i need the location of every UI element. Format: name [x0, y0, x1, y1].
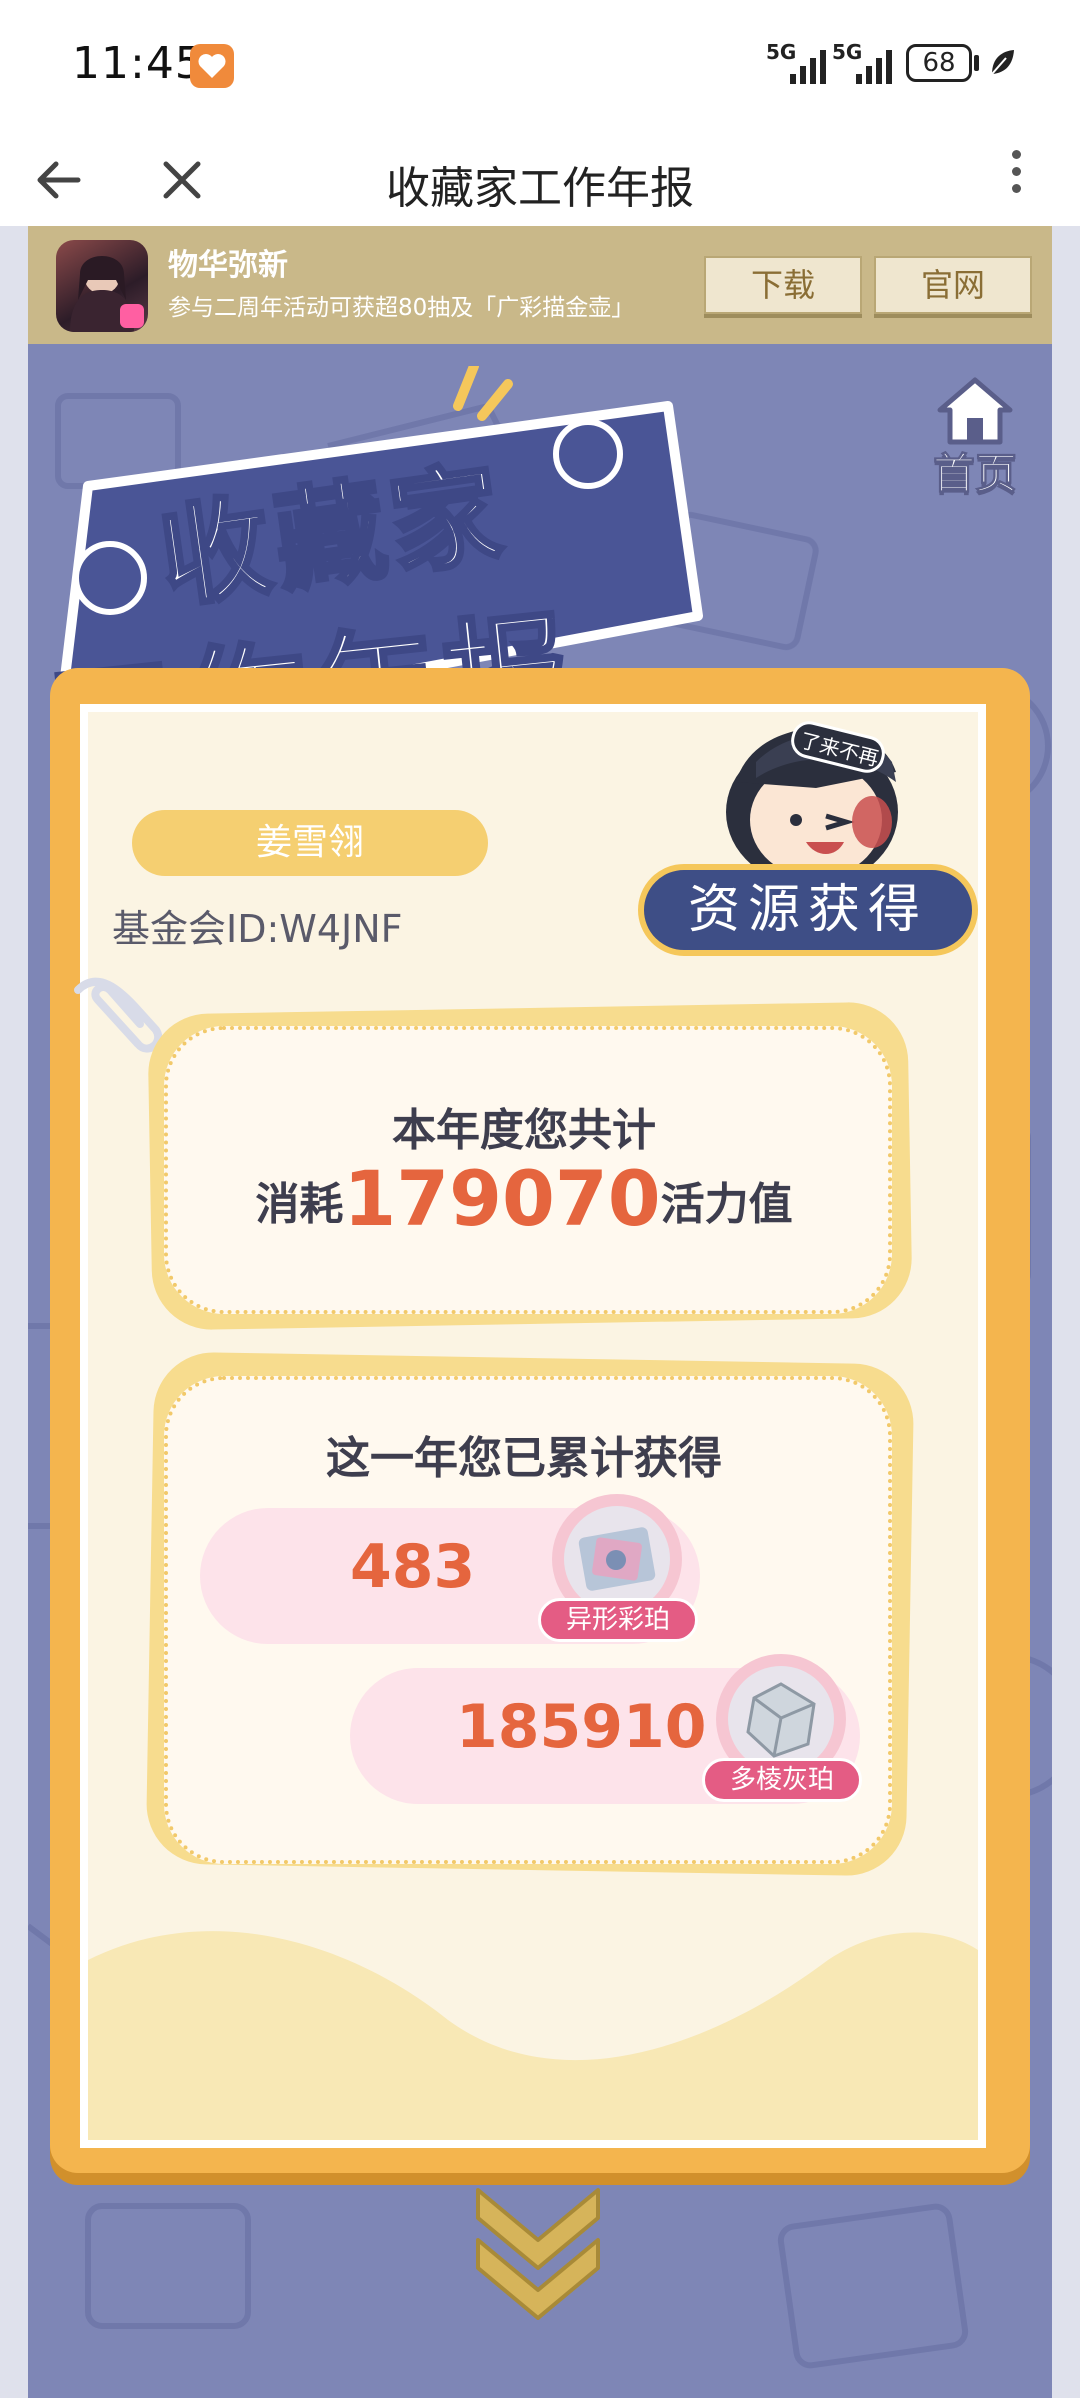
annual-report-page: 物华弥新 参与二周年活动可获超80抽及「广彩描金壶」 下载 官网 首页 收藏家 … — [28, 226, 1052, 2398]
notification-heart-icon — [190, 44, 234, 88]
collector-name: 姜雪翎 — [132, 810, 488, 876]
obtained-title: 这一年您已累计获得 — [326, 1433, 722, 1484]
status-bar: 11:45 5G 5G 68 — [0, 0, 1080, 130]
colored-amber-count: 483 — [350, 1532, 476, 1602]
resource-obtained-tag: 资源获得 — [638, 864, 978, 956]
signal-bars-1-icon — [790, 48, 826, 84]
battery-icon: 68 — [906, 44, 972, 82]
page-gutter-left — [0, 226, 28, 2398]
home-icon — [937, 377, 1013, 445]
download-button[interactable]: 下载 — [704, 256, 862, 314]
status-time: 11:45 — [72, 38, 204, 89]
consumption-line-1: 本年度您共计 — [392, 1105, 656, 1156]
character-avatar: 了来不再 — [726, 721, 898, 886]
gray-amber-count: 185910 — [456, 1692, 707, 1762]
home-button[interactable]: 首页 — [920, 370, 1030, 500]
app-icon[interactable] — [56, 240, 148, 332]
page-gutter-right — [1052, 226, 1080, 2398]
app-name: 物华弥新 — [168, 248, 288, 283]
app-promo-text: 参与二周年活动可获超80抽及「广彩描金壶」 — [168, 295, 635, 321]
gray-amber-label: 多棱灰珀 — [702, 1758, 862, 1802]
colored-amber-label: 异形彩珀 — [538, 1598, 698, 1642]
leaf-icon — [991, 50, 1014, 75]
card-bottom-wave — [88, 1931, 978, 2140]
more-options-icon[interactable] — [996, 142, 1036, 214]
signal-bars-2-icon — [856, 48, 892, 84]
scroll-down-chevron-icon[interactable] — [448, 2170, 628, 2320]
home-label: 首页 — [932, 449, 1017, 499]
app-badge-icon — [120, 304, 144, 328]
page-title: 收藏家工作年报 — [386, 163, 694, 214]
fund-id: 基金会ID:W4JNF — [112, 907, 403, 951]
battery-tip — [974, 55, 979, 71]
consumption-suffix: 活力值 — [660, 1179, 793, 1230]
consumption-value: 179070 — [343, 1154, 661, 1243]
app-download-banner: 物华弥新 参与二周年活动可获超80抽及「广彩描金壶」 下载 官网 — [28, 226, 1052, 344]
nav-bar: 收藏家工作年报 — [0, 130, 1080, 227]
consumption-prefix: 消耗 — [255, 1179, 344, 1230]
official-site-button[interactable]: 官网 — [874, 256, 1032, 314]
consumption-line-2: 消耗179070活力值 — [164, 1154, 884, 1243]
paperclip-icon — [74, 977, 162, 1053]
